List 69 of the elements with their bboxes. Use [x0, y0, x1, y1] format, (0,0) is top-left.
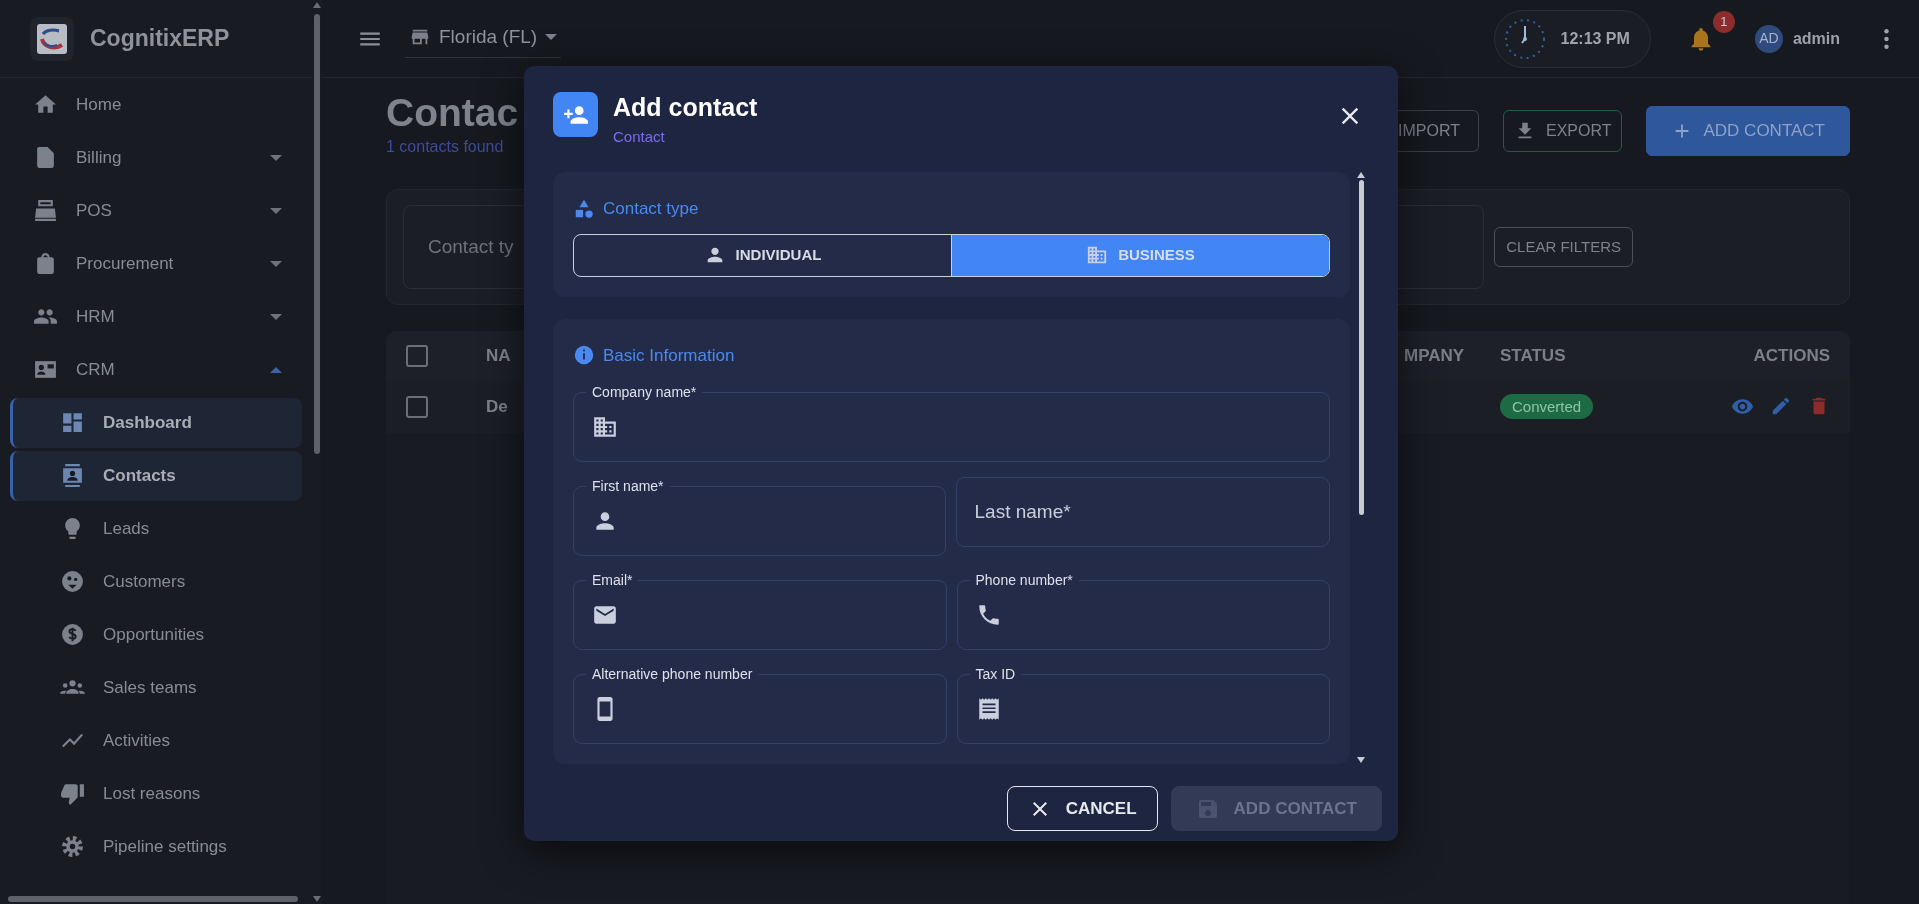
sidebar-subitem[interactable]: Activities [10, 715, 302, 766]
sidebar-subitem[interactable]: Leads [10, 503, 302, 554]
scroll-down-arrow-icon[interactable] [1357, 757, 1365, 763]
row-checkbox[interactable] [406, 395, 428, 418]
logo-icon [30, 16, 74, 61]
user-avatar[interactable]: AD [1754, 24, 1783, 53]
sidebar-subitem[interactable]: Opportunities [10, 609, 302, 660]
sidebar-item[interactable]: CRM [0, 343, 312, 396]
face-icon [60, 569, 85, 594]
more-icon [1884, 28, 1889, 49]
caret-down-icon [270, 207, 282, 214]
section-title: Contact type [603, 198, 699, 220]
page-title: Contac [386, 92, 519, 135]
add-contact-button[interactable]: ADD CONTACT [1646, 106, 1850, 156]
caret-up-icon [270, 366, 282, 373]
sidebar-subitem[interactable]: Customers [10, 556, 302, 607]
cancel-button[interactable]: CANCEL [1006, 786, 1158, 831]
caret-down-icon [270, 260, 282, 267]
section-title: Basic Information [603, 344, 735, 367]
input-field[interactable]: Alternative phone number [573, 665, 947, 744]
building-icon [1086, 244, 1109, 266]
notification-count: 1 [1712, 10, 1735, 33]
input-field[interactable]: First name* [573, 477, 946, 556]
sidebar-item[interactable]: Home [0, 78, 312, 131]
contact-type-option[interactable]: BUSINESS [951, 234, 1329, 276]
clock-time: 12:13 PM [1560, 28, 1630, 49]
info-icon [573, 344, 595, 367]
status-badge: Converted [1500, 393, 1594, 419]
dialog-title: Add contact [613, 94, 758, 122]
contacts-count: 1 contacts found [386, 136, 505, 157]
scroll-up-arrow-icon[interactable] [1357, 172, 1365, 178]
dialog-icon [553, 92, 598, 137]
input-field[interactable]: Phone number* [956, 571, 1330, 650]
building-icon [592, 414, 618, 440]
input-field[interactable]: Last name* [955, 477, 1330, 547]
sidebar-item[interactable]: Billing [0, 131, 312, 184]
caret-down-icon [270, 313, 282, 320]
user-name: admin [1792, 28, 1840, 49]
sidebar-subitem[interactable]: Lost reasons [10, 768, 302, 819]
column-header: NA [486, 345, 511, 368]
table-cell-text: De [486, 396, 508, 419]
cash-register-icon [33, 198, 58, 223]
column-header: STATUS [1500, 345, 1567, 368]
export-button[interactable]: EXPORT [1503, 109, 1623, 152]
column-header: ACTIONS [1752, 345, 1830, 368]
select-all-checkbox[interactable] [406, 344, 428, 367]
dialog-subtitle: Contact [613, 126, 666, 147]
sidebar-item[interactable]: Procurement [0, 237, 312, 290]
sidebar-subitem[interactable]: Pipeline settings [10, 821, 302, 872]
contact-type-option[interactable]: INDIVIDUAL [574, 234, 951, 276]
input-field[interactable]: Email* [573, 571, 947, 650]
dashboard-icon [60, 410, 85, 435]
more-options-button[interactable] [1884, 28, 1889, 49]
dollar-icon [60, 622, 85, 647]
sidebar-subitem[interactable]: Contacts [10, 450, 302, 501]
clock-icon [1502, 16, 1547, 61]
column-header: MPANY [1404, 345, 1466, 368]
thumbs-down-icon [60, 781, 85, 806]
sidebar-item[interactable]: HRM [0, 290, 312, 343]
brand-name: CognitixERP [90, 24, 230, 54]
settings-icon [60, 834, 85, 859]
caret-down-icon [270, 154, 282, 161]
caret-down-icon [545, 34, 558, 40]
contacts-icon [60, 463, 85, 488]
location-selector[interactable]: Florida (FL) [405, 18, 562, 59]
sidebar-subitem[interactable]: Sales teams [10, 662, 302, 713]
clear-filters-button[interactable]: CLEAR FILTERS [1494, 226, 1633, 268]
sidebar-item[interactable]: POS [0, 184, 312, 237]
sidebar-subitem[interactable]: Dashboard [10, 397, 302, 448]
